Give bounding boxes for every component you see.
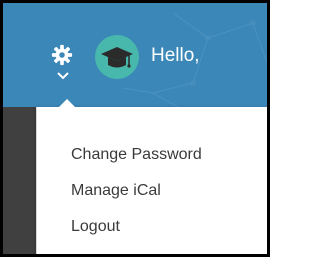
sidebar-strip xyxy=(3,107,36,254)
gear-icon[interactable] xyxy=(51,44,73,66)
top-bar: Hello, xyxy=(3,3,267,107)
screenshot-frame: Hello, Change Password Manage iCal Logou… xyxy=(0,0,270,257)
menu-item-logout[interactable]: Logout xyxy=(71,217,120,237)
avatar[interactable] xyxy=(95,35,139,79)
settings-dropdown-menu: Change Password Manage iCal Logout xyxy=(36,99,267,254)
menu-item-change-password[interactable]: Change Password xyxy=(71,145,202,165)
menu-item-manage-ical[interactable]: Manage iCal xyxy=(71,181,161,201)
chevron-down-icon[interactable] xyxy=(57,72,69,80)
dropdown-pointer xyxy=(59,99,75,107)
greeting-text: Hello, xyxy=(151,45,200,66)
graduation-cap-icon xyxy=(101,47,133,68)
